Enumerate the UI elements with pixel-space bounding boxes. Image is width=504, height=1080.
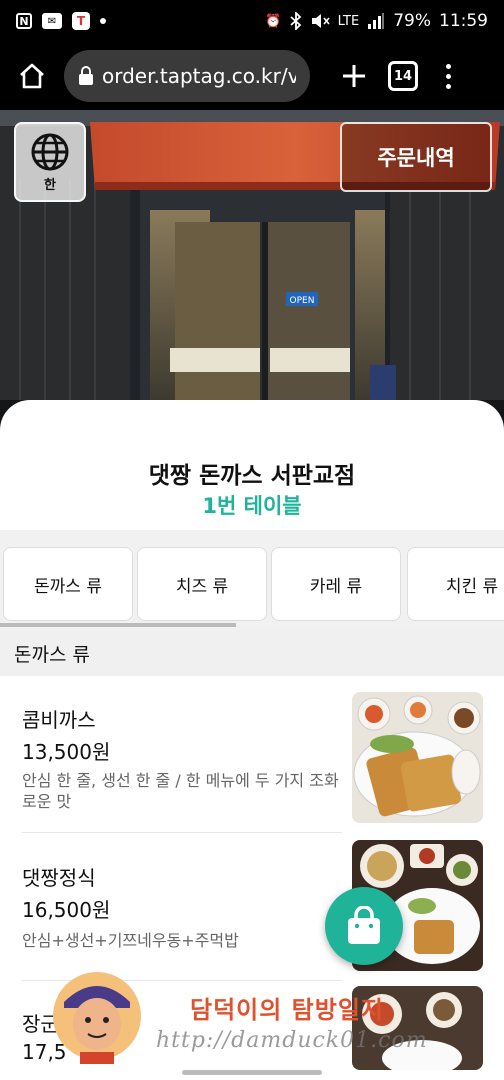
signal-icon <box>368 13 385 29</box>
menu-item[interactable]: 댓짱정식 16,500원 안심+생선+기쯔네우동+주먹밥 <box>0 838 504 986</box>
blog-watermark: 담덕이의 탐방일지 http://damduck01.com <box>52 968 504 1068</box>
menu-item-price: 13,500원 <box>22 740 111 764</box>
cart-button[interactable] <box>325 887 403 965</box>
watermark-url: http://damduck01.com <box>156 1028 428 1053</box>
lock-icon <box>79 66 93 85</box>
store-hero-image: OPEN 한 주문내역 <box>0 110 504 430</box>
clock: 11:59 <box>439 11 488 31</box>
menu-item-name: 댓짱정식 <box>22 866 96 890</box>
home-icon <box>20 63 44 89</box>
category-tab-cheese[interactable]: 치즈 류 <box>137 547 267 621</box>
mute-icon <box>311 14 330 28</box>
menu-item-description: 안심+생선+기쯔네우동+주먹밥 <box>22 931 239 950</box>
section-divider <box>0 530 504 540</box>
nfc-icon: N <box>16 13 32 29</box>
open-sign: OPEN <box>290 296 315 306</box>
order-history-button[interactable]: 주문내역 <box>340 122 492 192</box>
status-right: ⏰ LTE 79% 11:59 <box>265 11 488 31</box>
watermark-title: 담덕이의 탐방일지 <box>190 995 384 1024</box>
menu-item-description: 안심 한 줄, 생선 한 줄 / 한 메뉴에 두 가지 조화로운 맛 <box>22 771 339 811</box>
category-tabs: 돈까스 류 치즈 류 카레 류 치킨 류 <box>0 540 504 632</box>
section-title: 돈까스 류 <box>0 630 504 676</box>
url-text: order.taptag.co.kr/v <box>102 64 296 88</box>
category-tab-donkatsu[interactable]: 돈까스 류 <box>3 547 133 621</box>
blogger-avatar-image <box>53 972 141 1064</box>
language-button[interactable]: 한 <box>14 122 86 202</box>
menu-item-price: 16,500원 <box>22 898 111 922</box>
more-dot-icon <box>445 63 451 69</box>
alarm-icon: ⏰ <box>265 13 282 29</box>
status-left-icons: N ✉ T <box>16 12 106 30</box>
notification-dot-icon <box>100 18 106 24</box>
category-tab-curry[interactable]: 카레 류 <box>271 547 401 621</box>
tab-switcher-button[interactable]: 14 <box>388 61 418 91</box>
new-tab-button[interactable] <box>336 56 372 96</box>
bluetooth-icon <box>289 12 301 30</box>
language-label: 한 <box>44 177 56 193</box>
category-tab-chicken[interactable]: 치킨 류 <box>407 547 504 621</box>
store-info-card: 댓짱 돈까스 서판교점 1번 테이블 <box>0 400 504 530</box>
globe-icon <box>31 133 69 170</box>
home-button[interactable] <box>12 56 52 96</box>
tmap-icon: T <box>72 12 90 30</box>
battery-percent: 79% <box>393 11 431 31</box>
shopping-bag-icon <box>348 906 380 944</box>
gesture-nav-handle[interactable] <box>182 1070 322 1075</box>
plus-icon <box>343 65 365 87</box>
browser-toolbar: order.taptag.co.kr/v 14 <box>0 42 504 110</box>
more-dot-icon <box>445 83 451 89</box>
url-field[interactable]: order.taptag.co.kr/v <box>64 50 310 102</box>
combi-katsu-photo <box>352 692 483 823</box>
store-name: 댓짱 돈까스 서판교점 <box>148 463 356 489</box>
menu-divider <box>22 832 342 833</box>
lte-label: LTE <box>337 13 360 29</box>
menu-item-name: 콤비까스 <box>22 708 96 732</box>
table-number: 1번 테이블 <box>202 494 302 518</box>
menu-item-photo <box>352 692 483 823</box>
more-dot-icon <box>445 73 451 79</box>
more-menu-button[interactable] <box>438 56 458 96</box>
status-bar: N ✉ T ⏰ LTE 79% 11:59 <box>0 0 504 42</box>
menu-item[interactable]: 콤비까스 13,500원 안심 한 줄, 생선 한 줄 / 한 메뉴에 두 가지… <box>0 690 504 838</box>
category-scrollbar[interactable] <box>0 623 236 627</box>
message-icon: ✉ <box>42 13 62 29</box>
